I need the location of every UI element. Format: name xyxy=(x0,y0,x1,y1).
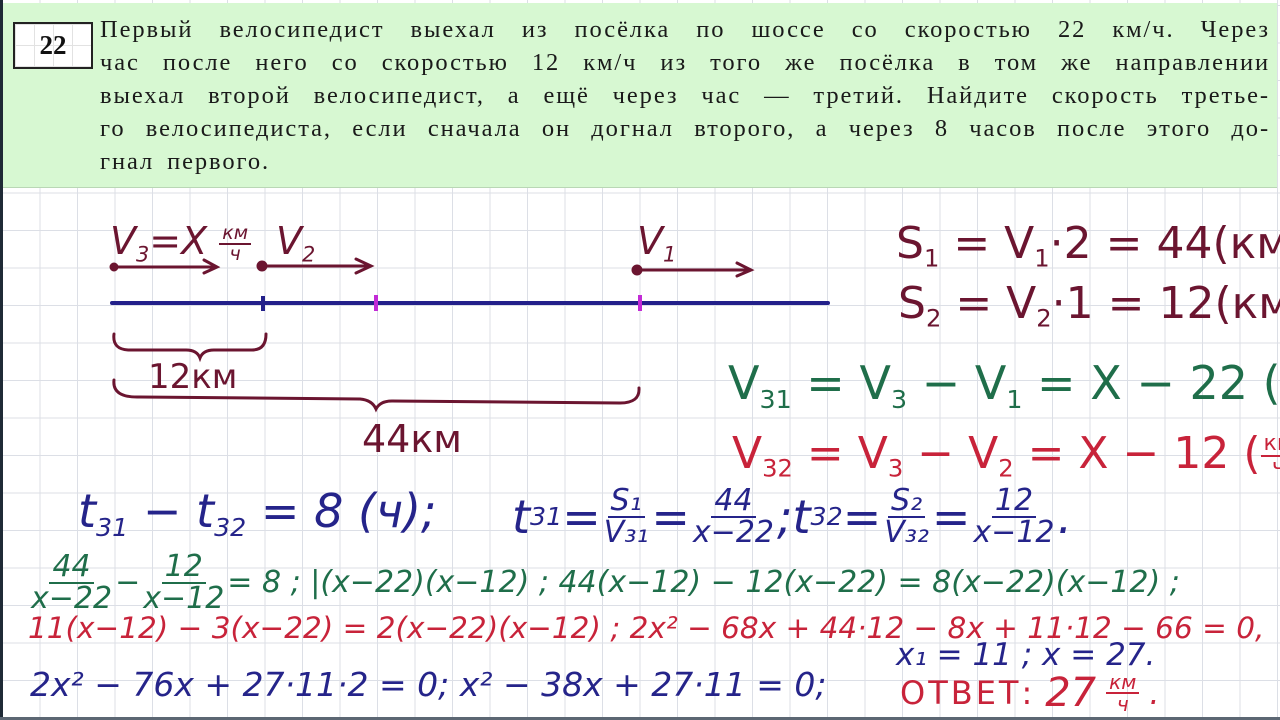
fraction-44-x22: 44 x−22 xyxy=(31,549,113,616)
label-44km: 44км xyxy=(362,417,462,461)
equation-time-difference: t31 − t32 = 8 (ч); xyxy=(78,484,437,542)
label-v1: V1 xyxy=(637,219,677,267)
equation-v31: V31 = V3 − V1 = X − 22 (кмч) xyxy=(728,356,1280,414)
unit-kmh: кмч xyxy=(219,223,252,264)
equation-s2: S2 = V2·1 = 12(км) xyxy=(898,278,1280,333)
problem-number-badge: 22 xyxy=(13,22,93,69)
fraction-12-x12: 12 x−12 xyxy=(143,549,225,616)
problem-line: Первый велосипедист выехал из посёлка по… xyxy=(100,16,1270,43)
unit-kmh: кмч xyxy=(1106,672,1140,714)
problem-number: 22 xyxy=(39,30,67,60)
equation-t31-t32: t 31 = S₁ V₃₁ = 44 x−22 ; t 32 = S₂ V₃₂ = 12 x… xyxy=(512,483,1073,550)
problem-line: выехал второй велосипедист, а ещё через … xyxy=(100,82,1270,109)
fraction-s2-v32: S₂ V₃₂ xyxy=(884,483,929,550)
problem-line: гнал первого. xyxy=(100,148,271,175)
fraction-s1-v31: S₁ V₃₁ xyxy=(603,483,649,550)
answer-value: 27 xyxy=(1045,670,1097,716)
equation-s1: S1 = V1·2 = 44(км) xyxy=(896,218,1280,273)
problem-line: час после него со скоростью 12 км/ч из т… xyxy=(100,49,1270,76)
problem-line: го велосипедиста, если сначала он догнал… xyxy=(100,115,1270,142)
problem-statement-panel: 22 Первый велосипедист выехал из посёлка… xyxy=(3,3,1277,188)
solution-roots: x₁ = 11 ; x = 27. xyxy=(896,637,1156,673)
fraction-12-x12: 12 x−12 xyxy=(973,483,1055,550)
label-v3: V3=X км ч xyxy=(110,222,252,265)
answer-label: ОТВЕТ: xyxy=(900,674,1036,712)
answer: ОТВЕТ: 27 км ч . xyxy=(900,670,1160,716)
fraction-44-x22: 44 x−22 xyxy=(692,483,774,550)
label-v2: V2 xyxy=(276,219,316,267)
label-12km: 12км xyxy=(148,357,238,397)
problem-text: Первый велосипедист выехал из посёлка по… xyxy=(100,13,1270,178)
unit-kmh: кмч xyxy=(1260,433,1280,479)
solution-line-3: 2x² − 76x + 27·11·2 = 0; x² − 38x + 27·1… xyxy=(30,665,827,704)
equation-v32: V32 = V3 − V2 = X − 12 (кмч) xyxy=(732,432,1280,481)
solution-line-1: 44 x−22 − 12 x−12 = 8 ; |(x−22)(x−12) ; 44… xyxy=(28,552,1180,614)
